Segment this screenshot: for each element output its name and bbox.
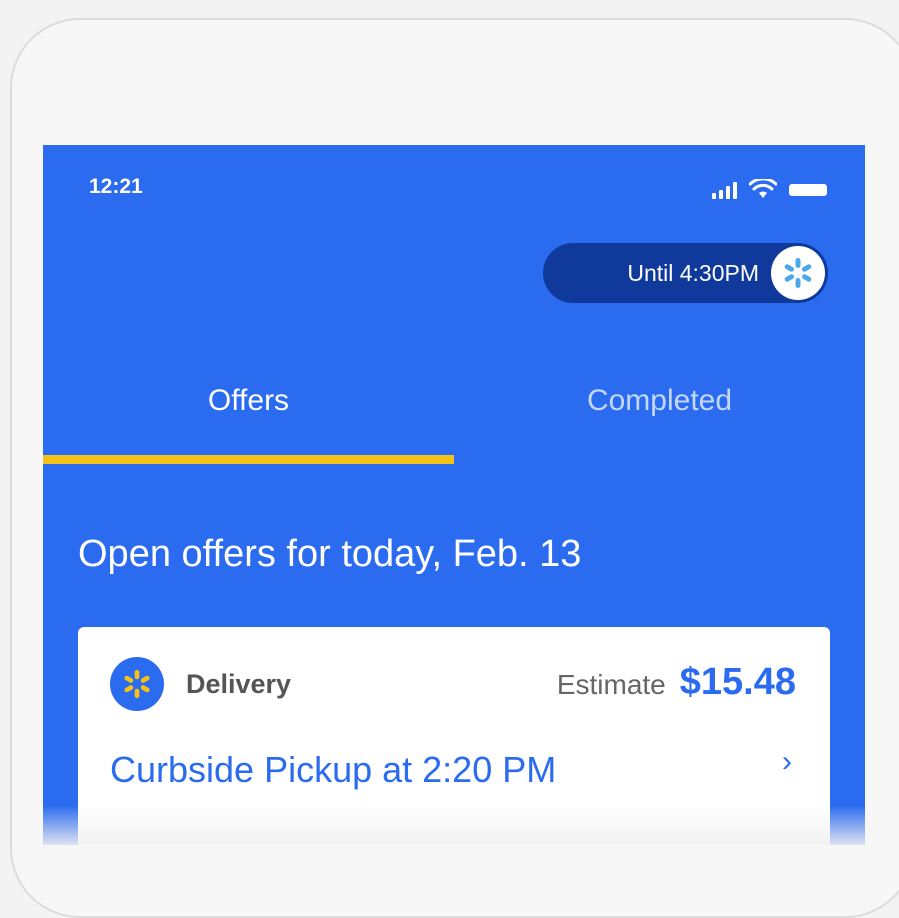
signal-icon <box>712 181 737 199</box>
status-icons <box>712 179 827 199</box>
wifi-icon <box>749 179 777 198</box>
app-screen: 12:21 Until 4:30PM Offers Completed Open… <box>43 145 865 845</box>
section-heading: Open offers for today, Feb. 13 <box>78 533 582 575</box>
bottom-fade <box>43 805 865 845</box>
shift-until-label: Until 4:30PM <box>627 259 759 286</box>
estimate-row: Estimate $15.48 <box>557 661 796 704</box>
spark-icon <box>771 246 825 300</box>
estimate-value: $15.48 <box>679 661 796 703</box>
spark-logo-icon <box>110 657 164 711</box>
status-time: 12:21 <box>89 175 143 198</box>
shift-status-pill[interactable]: Until 4:30PM <box>543 243 828 303</box>
active-tab-indicator <box>43 455 454 464</box>
offer-title: Curbside Pickup at 2:20 PM <box>110 749 557 790</box>
offer-type-label: Delivery <box>186 669 292 699</box>
estimate-label: Estimate <box>556 669 666 700</box>
battery-icon <box>789 184 827 196</box>
status-bar: 12:21 <box>43 145 865 215</box>
tab-completed[interactable]: Completed <box>454 370 865 470</box>
chevron-right-icon[interactable]: › <box>782 745 792 779</box>
